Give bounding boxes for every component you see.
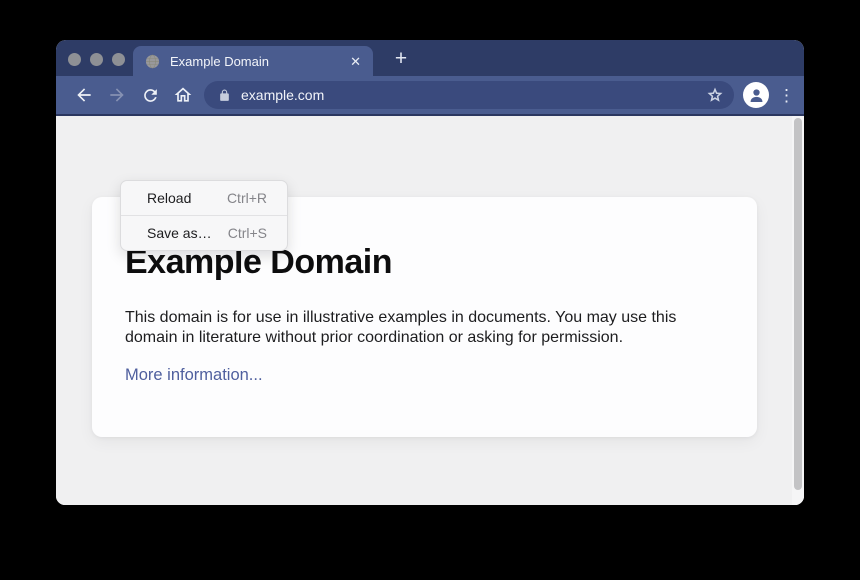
- maximize-button[interactable]: [112, 53, 125, 66]
- context-menu-item-save-as[interactable]: Save as… Ctrl+S: [121, 216, 287, 250]
- paragraph-line: This domain is for use in illustrative e…: [125, 308, 724, 328]
- browser-window: Example Domain ✕ + example.com: [56, 40, 804, 505]
- scrollbar-thumb[interactable]: [794, 118, 802, 490]
- menu-item-shortcut: Ctrl+R: [227, 190, 267, 206]
- titlebar: Example Domain ✕ +: [56, 40, 804, 76]
- page-viewport: Example Domain This domain is for use in…: [56, 116, 804, 505]
- browser-tab[interactable]: Example Domain ✕: [133, 46, 373, 76]
- scrollbar-track[interactable]: [792, 116, 804, 505]
- menu-item-shortcut: Ctrl+S: [228, 225, 267, 241]
- profile-avatar[interactable]: [743, 82, 769, 108]
- home-button[interactable]: [171, 83, 195, 107]
- url-text: example.com: [241, 87, 696, 103]
- more-information-link[interactable]: More information...: [125, 366, 263, 385]
- context-menu-item-reload[interactable]: Reload Ctrl+R: [121, 181, 287, 215]
- lock-icon[interactable]: [218, 88, 231, 103]
- tab-title: Example Domain: [170, 54, 342, 69]
- back-button[interactable]: [72, 83, 96, 107]
- tab-close-icon[interactable]: ✕: [350, 55, 361, 68]
- new-tab-button[interactable]: +: [387, 44, 415, 72]
- navigation-toolbar: example.com ⋮: [56, 76, 804, 116]
- globe-favicon-icon: [145, 54, 160, 69]
- person-icon: [747, 86, 766, 105]
- minimize-button[interactable]: [90, 53, 103, 66]
- page-paragraph: This domain is for use in illustrative e…: [125, 308, 724, 348]
- close-button[interactable]: [68, 53, 81, 66]
- menu-item-label: Save as…: [147, 225, 212, 241]
- window-controls: [68, 53, 125, 66]
- context-menu: Reload Ctrl+R Save as… Ctrl+S: [120, 180, 288, 251]
- browser-menu-icon[interactable]: ⋮: [778, 87, 788, 104]
- reload-button[interactable]: [138, 83, 162, 107]
- forward-button[interactable]: [105, 83, 129, 107]
- bookmark-star-icon[interactable]: [706, 86, 724, 104]
- paragraph-line: domain in literature without prior coord…: [125, 328, 724, 348]
- address-bar[interactable]: example.com: [204, 81, 734, 109]
- menu-item-label: Reload: [147, 190, 191, 206]
